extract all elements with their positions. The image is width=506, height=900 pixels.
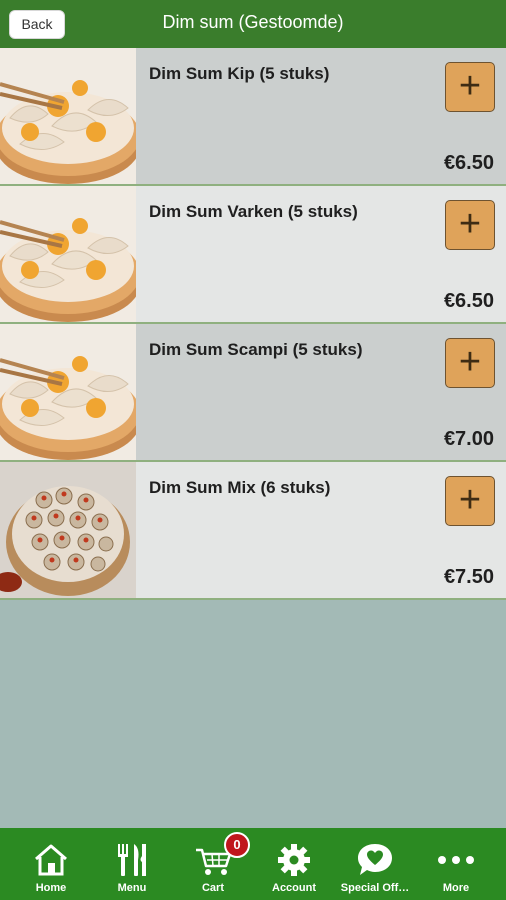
tab-label: Cart <box>201 882 224 894</box>
product-image <box>0 462 136 598</box>
tab-label: Special Off… <box>340 882 410 894</box>
tab-special-offers[interactable]: Special Off… <box>333 828 417 900</box>
add-to-cart-button[interactable]: + <box>445 62 495 112</box>
heart-chat-icon <box>355 842 395 878</box>
tab-menu[interactable]: Menu <box>90 828 174 900</box>
add-to-cart-button[interactable]: + <box>445 338 495 388</box>
cart-count-badge: 0 <box>224 832 250 858</box>
item-price: €7.50 <box>443 566 494 588</box>
plus-icon: + <box>458 203 482 245</box>
list-item[interactable]: Dim Sum Scampi (5 stuks) + €7.00 <box>0 324 506 462</box>
item-price: €7.00 <box>443 428 494 450</box>
add-to-cart-button[interactable]: + <box>445 200 495 250</box>
home-icon <box>31 842 71 878</box>
item-name: Dim Sum Kip (5 stuks) <box>149 64 330 83</box>
product-image <box>0 48 136 184</box>
tab-more[interactable]: More <box>414 828 498 900</box>
tab-label: Menu <box>117 882 147 894</box>
product-image <box>0 324 136 460</box>
more-dots-icon <box>436 842 476 878</box>
tab-label: Home <box>35 882 67 894</box>
list-item[interactable]: Dim Sum Kip (5 stuks) + €6.50 <box>0 48 506 186</box>
item-name: Dim Sum Mix (6 stuks) <box>149 478 331 497</box>
list-item[interactable]: Dim Sum Varken (5 stuks) + €6.50 <box>0 186 506 324</box>
item-name: Dim Sum Scampi (5 stuks) <box>149 340 363 359</box>
page-title: Dim sum (Gestoomde) <box>162 12 344 32</box>
product-list: Dim Sum Kip (5 stuks) + €6.50 Dim Sum Va… <box>0 48 506 600</box>
tab-account[interactable]: Account <box>252 828 336 900</box>
item-price: €6.50 <box>443 152 494 174</box>
fork-knife-icon <box>112 842 152 878</box>
plus-icon: + <box>458 479 482 521</box>
plus-icon: + <box>458 65 482 107</box>
tab-label: Account <box>272 882 316 894</box>
plus-icon: + <box>458 341 482 383</box>
tab-label: More <box>442 882 470 894</box>
top-bar: Back Dim sum (Gestoomde) <box>0 0 506 48</box>
bottom-tab-bar: Home Menu Cart Account Special Off… More <box>0 828 506 900</box>
tab-home[interactable]: Home <box>9 828 93 900</box>
add-to-cart-button[interactable]: + <box>445 476 495 526</box>
item-price: €6.50 <box>443 290 494 312</box>
list-item[interactable]: Dim Sum Mix (6 stuks) + €7.50 <box>0 462 506 600</box>
item-name: Dim Sum Varken (5 stuks) <box>149 202 358 221</box>
product-image <box>0 186 136 322</box>
gear-icon <box>274 842 314 878</box>
